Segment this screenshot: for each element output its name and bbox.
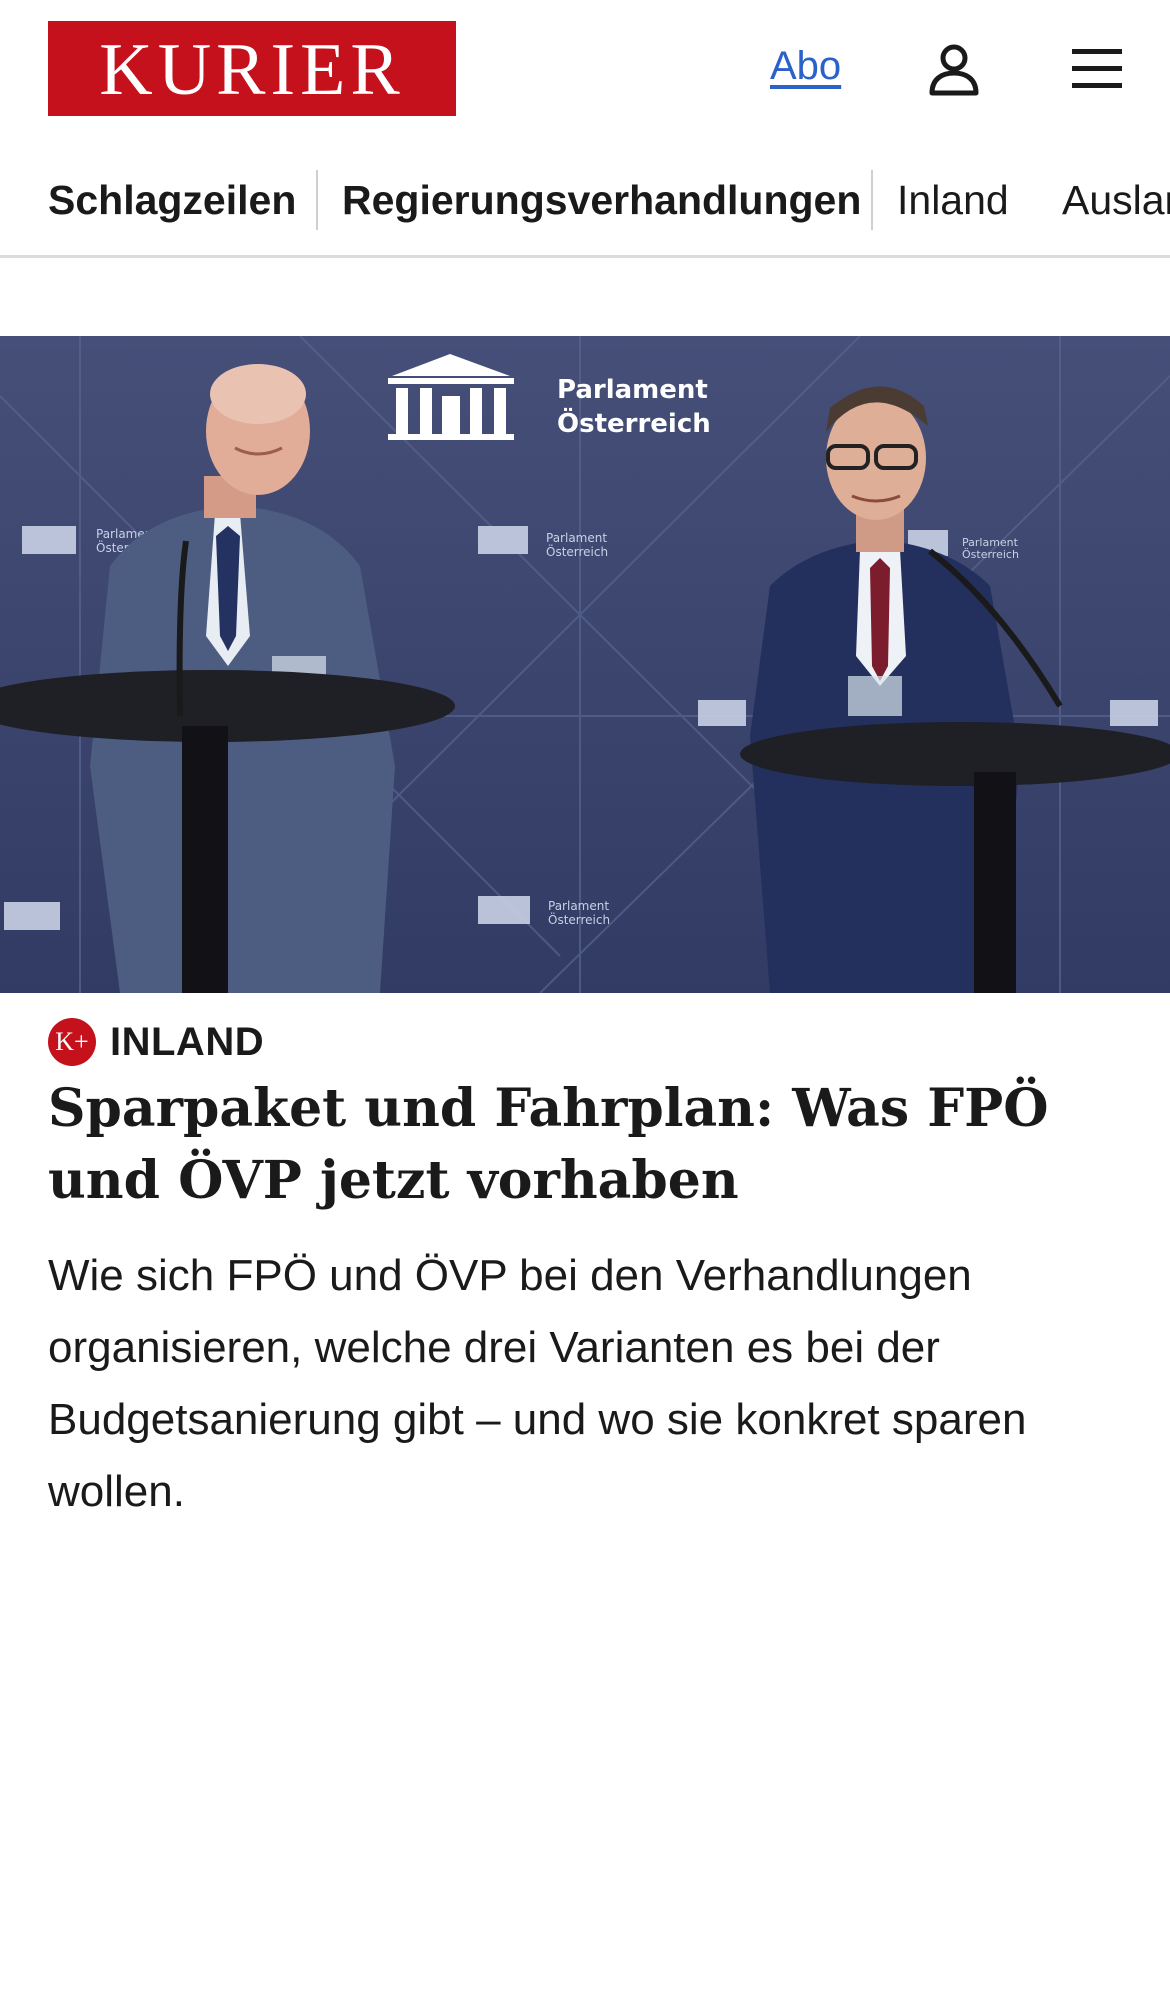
small-logo-text: Parlament xyxy=(546,531,607,545)
small-logo-text: Österreich xyxy=(962,548,1019,561)
backdrop-logo-line1: Parlament xyxy=(557,375,708,405)
kurier-logo[interactable]: KURIER xyxy=(48,21,456,116)
hamburger-menu-icon[interactable] xyxy=(1068,44,1128,94)
nav-divider xyxy=(871,170,873,230)
nav-item-ausland[interactable]: Ausland xyxy=(1062,170,1170,230)
small-logo-text: Parlament xyxy=(548,899,609,913)
backdrop-logo-line2: Österreich xyxy=(557,406,711,439)
category-label: INLAND xyxy=(110,1019,265,1064)
hero-image[interactable]: Parlament Österreich Parlament Österreic… xyxy=(0,336,1170,993)
abo-link[interactable]: Abo xyxy=(770,44,841,89)
user-icon[interactable] xyxy=(926,41,982,97)
small-logo-text: Österreich xyxy=(546,543,608,559)
nav-item-schlagzeilen[interactable]: Schlagzeilen xyxy=(48,170,296,230)
site-header: KURIER Abo xyxy=(0,0,1170,140)
nav-divider xyxy=(316,170,318,230)
kurier-plus-badge: K+ xyxy=(48,1018,96,1066)
section-nav: Schlagzeilen Regierungsverhandlungen Inl… xyxy=(0,150,1170,258)
article-teaser[interactable]: Wie sich FPÖ und ÖVP bei den Verhandlung… xyxy=(48,1240,1138,1528)
article-category[interactable]: K+ INLAND xyxy=(48,1016,264,1068)
nav-item-regierungsverhandlungen[interactable]: Regierungsverhandlungen xyxy=(342,170,861,230)
small-logo-text: Österreich xyxy=(548,911,610,927)
nav-item-inland[interactable]: Inland xyxy=(897,170,1009,230)
article-headline[interactable]: Sparpaket und Fahrplan: Was FPÖ und ÖVP … xyxy=(48,1073,1128,1217)
